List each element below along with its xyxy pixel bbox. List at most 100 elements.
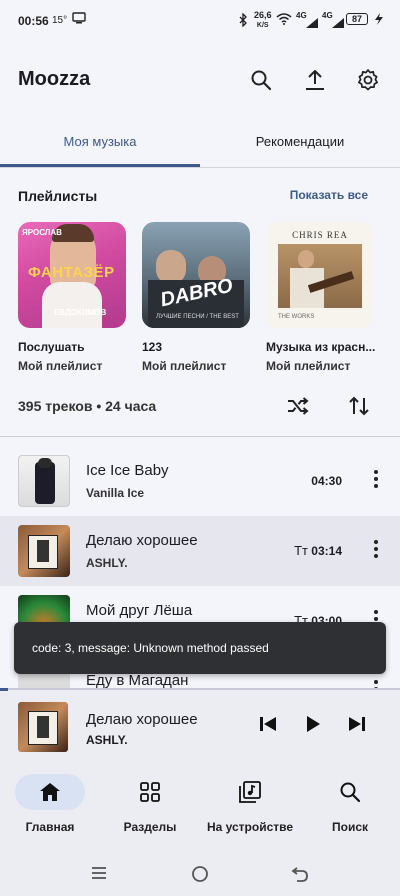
back-button[interactable] bbox=[291, 865, 309, 888]
nav-search[interactable]: Поиск bbox=[314, 774, 386, 834]
cover-photo bbox=[28, 711, 58, 745]
status-time: 00:56 bbox=[18, 14, 49, 28]
home-system-button[interactable] bbox=[191, 865, 209, 888]
bottom-navigation: Главная Разделы На устройстве Поиск bbox=[0, 752, 400, 848]
playlist-card[interactable]: CHRIS REA THE WORKS Музыка из красн... М… bbox=[266, 222, 375, 373]
cover-figure bbox=[37, 540, 49, 562]
battery-icon: 87 bbox=[346, 13, 368, 25]
cover-text-top: ЯРОСЛАВ bbox=[22, 228, 62, 237]
mini-player-cover bbox=[18, 702, 68, 752]
cover-figure bbox=[156, 250, 186, 284]
mini-player[interactable]: Делаю хорошее ASHLY. bbox=[0, 688, 400, 752]
track-artist: Vanilla Ice bbox=[86, 486, 145, 500]
track-artist: ASHLY. bbox=[86, 556, 128, 570]
net-speed-unit: K/S bbox=[256, 22, 269, 29]
wifi-icon bbox=[276, 13, 292, 28]
tracks-stats: 395 треков • 24 часа bbox=[18, 398, 157, 414]
track-duration: 03:14 bbox=[311, 544, 342, 558]
cover-text-bottom: THE WORKS bbox=[278, 314, 315, 320]
search-button[interactable] bbox=[245, 64, 277, 96]
nav-on-device[interactable]: На устройстве bbox=[200, 774, 300, 834]
show-all-link[interactable]: Показать все bbox=[290, 188, 368, 202]
cover-photo bbox=[278, 244, 362, 308]
tab-recommendations[interactable]: Рекомендации bbox=[200, 128, 400, 168]
net-speed: 26,6 K/S bbox=[254, 11, 272, 30]
cover-photo bbox=[28, 535, 58, 569]
playlist-subtitle: Мой плейлист bbox=[18, 359, 103, 373]
nav-sections[interactable]: Разделы bbox=[114, 774, 186, 834]
tab-my-music[interactable]: Моя музыка bbox=[0, 128, 200, 168]
charging-icon bbox=[374, 13, 384, 28]
mini-player-progress[interactable] bbox=[0, 688, 8, 691]
menu-lines-icon bbox=[92, 867, 106, 879]
upload-icon bbox=[306, 70, 324, 90]
track-row[interactable]: Ice Ice Baby Vanilla Ice 04:30 bbox=[0, 446, 400, 516]
playlist-name: Послушать bbox=[18, 340, 85, 354]
recent-apps-button[interactable] bbox=[91, 866, 107, 885]
signal-2-icon bbox=[332, 18, 344, 31]
home-icon bbox=[40, 783, 60, 801]
circle-home-icon bbox=[192, 866, 208, 882]
grid-icon bbox=[140, 782, 160, 802]
mini-player-progress-track bbox=[0, 688, 400, 690]
cover-text-bottom: ЕВДОКИМОВ bbox=[54, 308, 107, 317]
back-arrow-icon bbox=[291, 867, 308, 882]
upload-button[interactable] bbox=[299, 64, 331, 96]
nav-on-device-pill bbox=[215, 774, 285, 810]
tab-divider bbox=[0, 167, 400, 168]
playlist-card[interactable]: DABRO ЛУЧШИЕ ПЕСНИ / THE BEST 123 Мой пл… bbox=[142, 222, 250, 373]
mini-player-title: Делаю хорошее bbox=[86, 711, 198, 728]
playlist-cover: CHRIS REA THE WORKS bbox=[266, 222, 374, 328]
search-icon bbox=[251, 70, 272, 91]
status-bar: 00:56 15° 26,6 K/S 4G 4G 87 bbox=[0, 0, 400, 44]
sort-button[interactable] bbox=[343, 390, 375, 422]
cover-shirt bbox=[42, 282, 102, 328]
previous-button[interactable] bbox=[252, 708, 284, 740]
search-icon bbox=[340, 782, 361, 803]
sort-icon bbox=[349, 396, 369, 416]
track-cover bbox=[18, 525, 70, 577]
shuffle-icon bbox=[288, 397, 309, 415]
settings-button[interactable] bbox=[352, 64, 384, 96]
settings-icon bbox=[357, 69, 379, 91]
list-divider bbox=[0, 436, 400, 437]
next-button[interactable] bbox=[341, 708, 373, 740]
track-row[interactable]: Делаю хорошее ASHLY. Тт 03:14 bbox=[0, 516, 400, 586]
more-options-button[interactable] bbox=[374, 680, 378, 688]
play-icon bbox=[307, 716, 320, 732]
net-speed-value: 26,6 bbox=[254, 10, 272, 20]
nav-on-device-label: На устройстве bbox=[206, 820, 294, 834]
status-temperature: 15° bbox=[52, 15, 68, 26]
app-title: Moozza bbox=[18, 68, 91, 90]
track-duration: 04:30 bbox=[311, 474, 342, 488]
more-options-button[interactable] bbox=[374, 540, 378, 558]
nav-sections-pill bbox=[115, 774, 185, 810]
track-title: Мой друг Лёша bbox=[86, 602, 193, 619]
nav-home-label: Главная bbox=[25, 820, 75, 834]
shuffle-button[interactable] bbox=[282, 390, 314, 422]
cover-text-bottom: ЛУЧШИЕ ПЕСНИ / THE BEST bbox=[156, 314, 239, 320]
skip-previous-icon bbox=[260, 717, 276, 731]
nav-home[interactable]: Главная bbox=[14, 774, 86, 834]
playlist-cover: DABRO ЛУЧШИЕ ПЕСНИ / THE BEST bbox=[142, 222, 250, 328]
battery-level: 87 bbox=[351, 14, 362, 24]
cover-text-mid: ФАНТАЗЁР bbox=[28, 264, 115, 281]
screen-share-icon bbox=[72, 12, 86, 27]
playlist-name: Музыка из красн... bbox=[266, 340, 376, 354]
playlist-subtitle: Мой плейлист bbox=[142, 359, 227, 373]
playlist-name: 123 bbox=[142, 340, 163, 354]
more-options-button[interactable] bbox=[374, 470, 378, 488]
playlists-title: Плейлисты bbox=[18, 188, 98, 204]
cover-face bbox=[298, 250, 314, 268]
play-button[interactable] bbox=[297, 708, 329, 740]
nav-sections-label: Разделы bbox=[123, 820, 177, 834]
mini-player-artist: ASHLY. bbox=[86, 733, 128, 747]
cover-hair bbox=[38, 458, 52, 468]
track-title: Ice Ice Baby bbox=[86, 462, 169, 479]
track-title: Еду в Магадан bbox=[86, 672, 189, 688]
error-toast: code: 3, message: Unknown method passed bbox=[14, 622, 386, 674]
track-title: Делаю хорошее bbox=[86, 532, 198, 549]
playlist-card[interactable]: ЯРОСЛАВ ФАНТАЗЁР ЕВДОКИМОВ Послушать Мой… bbox=[18, 222, 126, 373]
lyrics-icon: Тт bbox=[294, 543, 308, 558]
nav-search-label: Поиск bbox=[331, 820, 368, 834]
